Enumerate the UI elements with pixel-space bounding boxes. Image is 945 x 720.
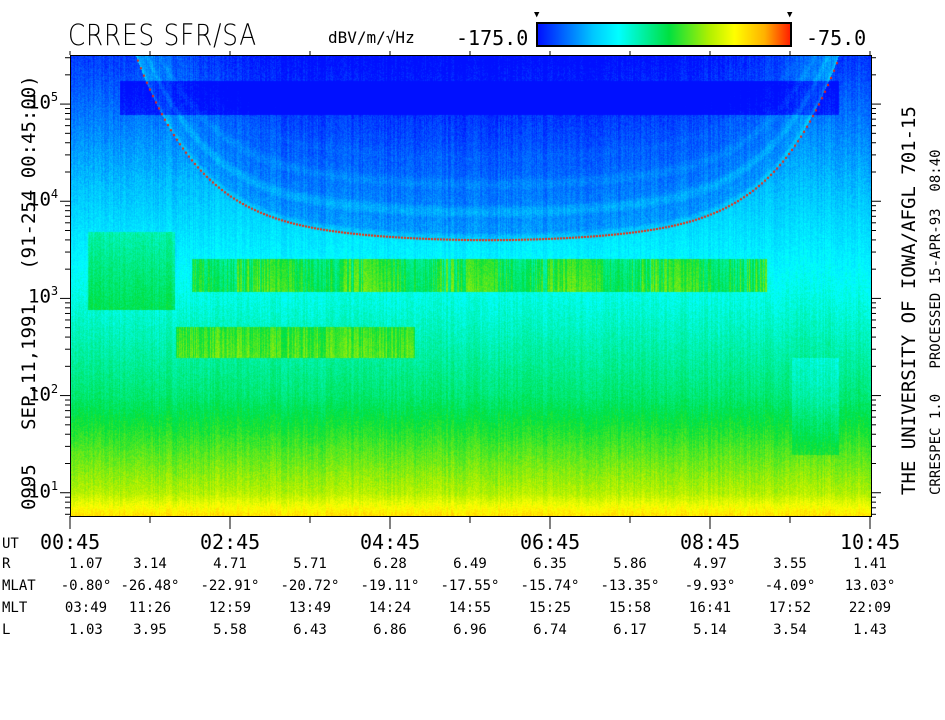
ephemeris-cell: 5.14	[693, 622, 727, 638]
ut-row-label: UT	[2, 536, 19, 552]
ephemeris-cell: -13.35°	[600, 578, 660, 594]
y-tick-base: 10	[28, 480, 51, 503]
x-tick-label: 02:45	[200, 530, 261, 554]
ephemeris-cell: -20.72°	[280, 578, 340, 594]
y-tick-label: 104	[28, 187, 58, 210]
ephemeris-cell: -26.48°	[120, 578, 180, 594]
x-tick-label: 04:45	[360, 530, 421, 554]
ephemeris-cell: 3.54	[773, 622, 807, 638]
y-tick-label: 102	[28, 382, 58, 405]
ephemeris-cell: 4.71	[213, 556, 247, 572]
ephemeris-cell: 15:25	[528, 600, 572, 616]
spectrogram-figure: CRRES SFR/SA dBV/m/√Hz -175.0 ▼ ▼ -75.0 …	[0, 0, 945, 720]
ephemeris-cell: 3.14	[133, 556, 167, 572]
ephemeris-cell: -19.11°	[360, 578, 420, 594]
ephemeris-cell: 17:52	[768, 600, 812, 616]
ephemeris-cell: 5.71	[293, 556, 327, 572]
ephemeris-row-label: MLAT	[2, 578, 36, 594]
x-tick-label: 10:45	[840, 530, 901, 554]
y-tick-base: 10	[28, 188, 51, 211]
ephemeris-row-label: R	[2, 556, 11, 572]
y-tick-exponent: 3	[50, 284, 59, 299]
ephemeris-cell: 6.35	[533, 556, 567, 572]
ephemeris-cell: 14:24	[368, 600, 412, 616]
ephemeris-cell: 6.43	[293, 622, 327, 638]
ephemeris-cell: -22.91°	[200, 578, 260, 594]
x-tick-label: 08:45	[680, 530, 741, 554]
ephemeris-cell: -17.55°	[440, 578, 500, 594]
y-tick-exponent: 1	[50, 478, 59, 493]
ephemeris-cell: 6.28	[373, 556, 407, 572]
y-tick-label: 103	[28, 284, 58, 307]
ephemeris-cell: 15:58	[608, 600, 652, 616]
ephemeris-cell: 6.74	[533, 622, 567, 638]
ephemeris-row-label: MLT	[2, 600, 28, 616]
ephemeris-cell: 5.86	[613, 556, 647, 572]
ephemeris-cell: 13:49	[288, 600, 332, 616]
ephemeris-cell: 6.86	[373, 622, 407, 638]
ephemeris-cell: 22:09	[848, 600, 892, 616]
ephemeris-cell: 1.41	[853, 556, 887, 572]
ephemeris-cell: 11:26	[128, 600, 172, 616]
x-tick-label: 06:45	[520, 530, 581, 554]
ephemeris-cell: 12:59	[208, 600, 252, 616]
right-processing-label: CRRESPEC 1.0 PROCESSED 15-APR-93 08:40	[928, 149, 944, 495]
x-tick-label: 00:45	[40, 530, 101, 554]
ephemeris-cell: 14:55	[448, 600, 492, 616]
ephemeris-cell: 5.58	[213, 622, 247, 638]
ephemeris-cell: 1.43	[853, 622, 887, 638]
y-tick-exponent: 5	[50, 90, 59, 105]
y-tick-base: 10	[28, 285, 51, 308]
ephemeris-cell: -4.09°	[764, 578, 816, 594]
ephemeris-cell: 3.95	[133, 622, 167, 638]
ephemeris-cell: -9.93°	[684, 578, 736, 594]
ephemeris-cell: -15.74°	[520, 578, 580, 594]
ephemeris-cell: 6.49	[453, 556, 487, 572]
y-tick-label: 101	[28, 479, 58, 502]
ephemeris-cell: 6.96	[453, 622, 487, 638]
y-tick-base: 10	[28, 382, 51, 405]
y-tick-label: 105	[28, 90, 58, 113]
ephemeris-row-label: L	[2, 622, 11, 638]
ephemeris-cell: 4.97	[693, 556, 727, 572]
ephemeris-cell: 13.03°	[844, 578, 896, 594]
y-tick-exponent: 4	[50, 187, 59, 202]
ephemeris-cell: 6.17	[613, 622, 647, 638]
y-tick-base: 10	[28, 91, 51, 114]
right-institution-label: THE UNIVERSITY OF IOWA/AFGL 701-15	[898, 106, 920, 495]
ephemeris-cell: 16:41	[688, 600, 732, 616]
y-tick-exponent: 2	[50, 381, 59, 396]
ephemeris-cell: 3.55	[773, 556, 807, 572]
